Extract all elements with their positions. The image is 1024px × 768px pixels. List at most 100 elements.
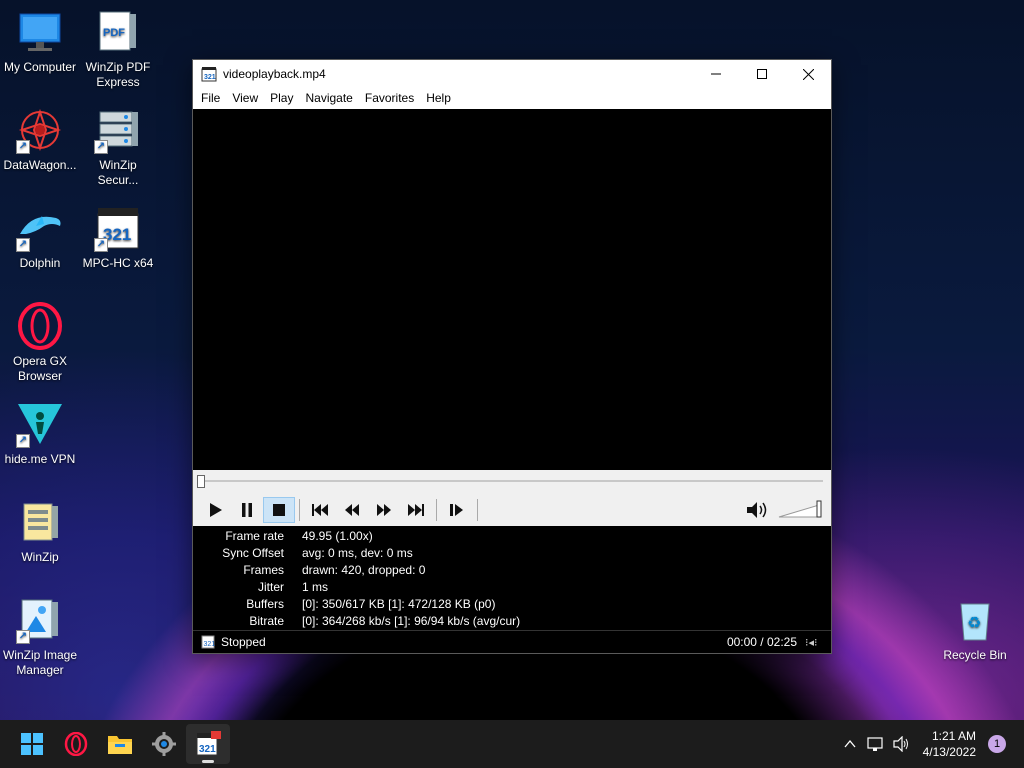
desktop-icon-winzip-pdf-express[interactable]: PDF WinZip PDF Express [78, 8, 158, 90]
stop-button[interactable] [263, 497, 295, 523]
maximize-button[interactable] [739, 60, 785, 88]
maximize-icon [757, 69, 767, 79]
show-hidden-icons-button[interactable] [837, 732, 863, 756]
desktop-icon-winzip[interactable]: WinZip [0, 498, 80, 565]
system-tray: 1:21 AM 4/13/2022 1 [837, 720, 1024, 768]
gear-icon [152, 732, 176, 756]
desktop-icon-opera-gx[interactable]: Opera GX Browser [0, 302, 80, 384]
next-button[interactable] [400, 497, 432, 523]
speaker-icon [893, 736, 908, 752]
svg-text:321: 321 [204, 641, 216, 648]
desktop-icon-label: Opera GX Browser [12, 354, 68, 383]
stat-row: Buffers [0]: 350/617 KB [1]: 472/128 KB … [193, 596, 831, 613]
datawagon-icon: ↗ [16, 106, 64, 154]
clock[interactable]: 1:21 AM 4/13/2022 [923, 728, 976, 760]
desktop-icon-recycle-bin[interactable]: ♻ Recycle Bin [935, 596, 1015, 663]
svg-text:PDF: PDF [103, 27, 125, 39]
stat-value: [0]: 350/617 KB [1]: 472/128 KB (p0) [302, 597, 496, 611]
fast-forward-button[interactable] [368, 497, 400, 523]
audio-channels-icon: ⁝◂⁝ [805, 636, 818, 649]
frame-step-icon [450, 504, 463, 516]
playback-time: 00:00 / 02:25 [726, 635, 797, 649]
desktop-icon-label: My Computer [3, 60, 77, 74]
stat-row: Sync Offset avg: 0 ms, dev: 0 ms [193, 545, 831, 562]
desktop-icon-datawagon[interactable]: ↗ DataWagon... [0, 106, 80, 173]
opera-gx-icon [16, 302, 64, 350]
minimize-icon [711, 73, 721, 75]
notification-badge[interactable]: 1 [988, 735, 1006, 753]
network-button[interactable] [863, 732, 889, 756]
seek-bar[interactable] [193, 470, 831, 494]
start-button[interactable] [10, 724, 54, 764]
svg-text:♻: ♻ [967, 613, 981, 632]
seek-thumb[interactable] [197, 475, 205, 488]
stat-row: Bitrate [0]: 364/268 kb/s [1]: 96/94 kb/… [193, 613, 831, 630]
winzip-secure-icon: ↗ [94, 106, 142, 154]
seek-track[interactable] [201, 480, 823, 482]
clock-date: 4/13/2022 [922, 745, 976, 759]
stat-value: 49.95 (1.00x) [302, 529, 373, 543]
desktop-icon-mpc-hc[interactable]: 321 ↗ MPC-HC x64 [78, 204, 158, 271]
volume-slider[interactable] [777, 499, 825, 519]
shortcut-arrow-icon: ↗ [94, 140, 108, 154]
desktop-icon-winzip-secure[interactable]: ↗ WinZip Secur... [78, 106, 158, 188]
frame-step-button[interactable] [441, 497, 473, 523]
title-bar[interactable]: 321 videoplayback.mp4 [193, 60, 831, 88]
stat-row: Jitter 1 ms [193, 579, 831, 596]
stat-label: Bitrate [249, 614, 284, 628]
desktop-icon-label: DataWagon... [3, 158, 77, 172]
menu-view[interactable]: View [226, 91, 264, 105]
network-icon [867, 737, 883, 751]
stat-label: Frame rate [225, 529, 284, 543]
taskbar-opera-gx[interactable] [54, 724, 98, 764]
desktop-icon-hideme-vpn[interactable]: ↗ hide.me VPN [0, 400, 80, 467]
separator [299, 499, 300, 521]
stat-value: [0]: 364/268 kb/s [1]: 96/94 kb/s (avg/c… [302, 614, 521, 628]
stat-row: Frame rate 49.95 (1.00x) [193, 528, 831, 545]
play-button[interactable] [199, 497, 231, 523]
taskbar-mpc-hc[interactable]: 321 [186, 724, 230, 764]
menu-file[interactable]: File [195, 91, 226, 105]
taskbar-settings[interactable] [142, 724, 186, 764]
menu-navigate[interactable]: Navigate [299, 91, 358, 105]
pause-button[interactable] [231, 497, 263, 523]
svg-text:321: 321 [204, 74, 216, 81]
pause-icon [242, 503, 252, 517]
stat-value: avg: 0 ms, dev: 0 ms [302, 546, 413, 560]
hideme-vpn-icon: ↗ [16, 400, 64, 448]
status-file-icon: 321 [201, 635, 215, 649]
status-bar: 321 Stopped 00:00 / 02:25 ⁝◂⁝ [193, 630, 831, 653]
svg-text:321: 321 [199, 744, 216, 755]
desktop-icon-label: WinZip Secur... [97, 158, 139, 187]
desktop-icon-winzip-image-manager[interactable]: ↗ WinZip Image Manager [0, 596, 80, 678]
rewind-button[interactable] [336, 497, 368, 523]
statistics-panel: Frame rate 49.95 (1.00x) Sync Offset avg… [193, 526, 831, 630]
opera-gx-icon [64, 732, 88, 756]
taskbar-file-explorer[interactable] [98, 724, 142, 764]
desktop-icon-dolphin[interactable]: ↗ Dolphin [0, 204, 80, 271]
desktop-icon-my-computer[interactable]: My Computer [0, 8, 80, 75]
windows-logo-icon [21, 733, 43, 755]
volume-tray-button[interactable] [889, 732, 915, 756]
minimize-button[interactable] [693, 60, 739, 88]
winzip-pdf-icon: PDF [94, 8, 142, 56]
menu-favorites[interactable]: Favorites [359, 91, 420, 105]
desktop-icon-label: Recycle Bin [943, 648, 1007, 662]
menu-help[interactable]: Help [420, 91, 457, 105]
close-button[interactable] [785, 60, 831, 88]
volume-slider-graphic [778, 500, 822, 518]
mpc-hc-icon: 321 [196, 731, 221, 756]
menu-play[interactable]: Play [264, 91, 299, 105]
play-icon [210, 503, 222, 517]
volume-thumb[interactable] [816, 500, 822, 518]
stop-icon [273, 504, 285, 516]
desktop-icon-label: MPC-HC x64 [82, 256, 154, 270]
video-area[interactable] [193, 109, 831, 470]
previous-button[interactable] [304, 497, 336, 523]
media-player-window[interactable]: 321 videoplayback.mp4 File View Play Nav… [192, 59, 832, 654]
desktop-icon-label: hide.me VPN [4, 452, 76, 466]
volume-button[interactable] [745, 500, 769, 520]
close-icon [802, 68, 814, 80]
rewind-icon [345, 504, 359, 516]
separator [436, 499, 437, 521]
